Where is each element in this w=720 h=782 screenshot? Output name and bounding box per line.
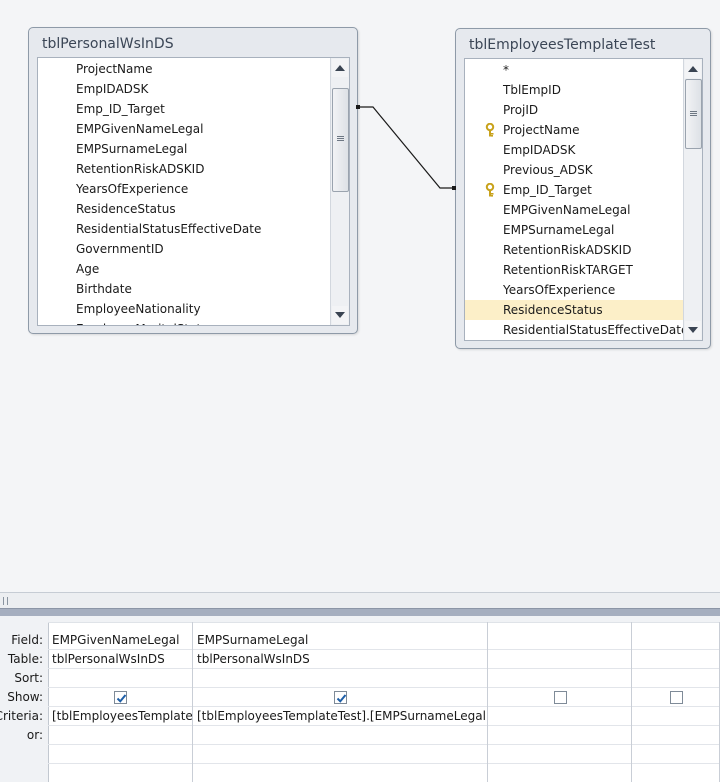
row-label-show: Show: xyxy=(7,690,43,704)
grid-cell-table[interactable] xyxy=(636,650,719,669)
grid-cell-table[interactable] xyxy=(492,650,631,669)
grid-column[interactable]: EMPSurnameLegal tblPersonalWsInDS [tblEmpl… xyxy=(193,622,488,782)
design-area-horizontal-scrollbar[interactable] xyxy=(0,592,720,609)
row-label-criteria: Criteria: xyxy=(0,709,43,723)
checkmark-icon xyxy=(336,694,347,703)
grid-cell-criteria[interactable]: [tblEmployeesTemplateTest].[EMPSurnameLe… xyxy=(197,707,487,726)
grid-cell-table[interactable]: tblPersonalWsInDS xyxy=(52,650,192,669)
scrollbar-grip[interactable] xyxy=(3,597,8,605)
grid-cell-field[interactable] xyxy=(636,631,719,650)
grid-cell-criteria[interactable] xyxy=(492,707,631,726)
grid-cell-or[interactable] xyxy=(636,726,719,745)
row-label-field: Field: xyxy=(11,633,43,647)
grid-cell-sort[interactable] xyxy=(197,669,487,688)
show-checkbox[interactable] xyxy=(670,691,683,704)
grid-cell-table[interactable]: tblPersonalWsInDS xyxy=(197,650,487,669)
checkmark-icon xyxy=(116,694,127,703)
row-label-sort: Sort: xyxy=(14,671,43,685)
grid-cell-or[interactable] xyxy=(492,726,631,745)
query-design-area: tblPersonalWsInDS ProjectName EmpIDADSK Em… xyxy=(0,0,720,592)
grid-cell-criteria[interactable] xyxy=(636,707,719,726)
show-checkbox[interactable] xyxy=(334,691,347,704)
grid-cell-criteria[interactable]: [tblEmployeesTemplateTest].[EMPGivenName… xyxy=(52,707,192,726)
join-line[interactable] xyxy=(0,0,720,592)
grid-cell-field[interactable] xyxy=(492,631,631,650)
show-checkbox[interactable] xyxy=(114,691,127,704)
grid-cell-sort[interactable] xyxy=(636,669,719,688)
grid-cell-field[interactable]: EMPGivenNameLegal xyxy=(52,631,192,650)
grid-column[interactable]: EMPGivenNameLegal tblPersonalWsInDS [tblEm… xyxy=(48,622,193,782)
grid-cell-field[interactable]: EMPSurnameLegal xyxy=(197,631,487,650)
grid-column[interactable] xyxy=(488,622,632,782)
row-header-column: Field: Table: Sort: Show: Criteria: or: xyxy=(0,616,49,782)
grid-cell-sort[interactable] xyxy=(52,669,192,688)
query-design-grid: Field: Table: Sort: Show: Criteria: or: … xyxy=(0,616,720,782)
grid-cell-or[interactable] xyxy=(52,726,192,745)
row-label-table: Table: xyxy=(7,652,43,666)
grid-column[interactable] xyxy=(632,622,720,782)
grid-cell-sort[interactable] xyxy=(492,669,631,688)
show-checkbox[interactable] xyxy=(554,691,567,704)
row-label-or: or: xyxy=(26,728,43,742)
grid-cell-or[interactable] xyxy=(197,726,487,745)
